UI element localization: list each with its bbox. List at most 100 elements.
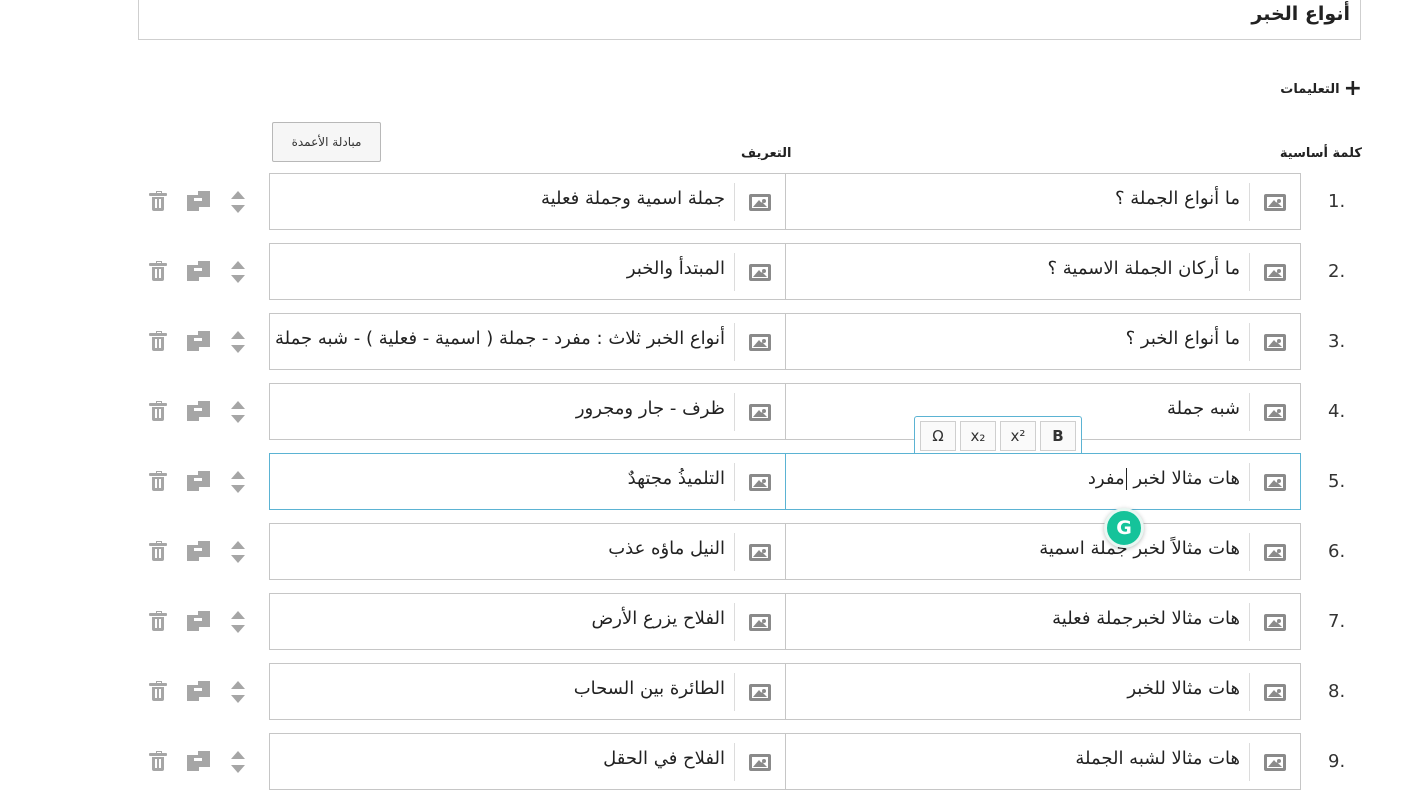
- reorder-handle[interactable]: [227, 733, 249, 790]
- definition-cell[interactable]: جملة اسمية وجملة فعلية: [269, 173, 786, 230]
- reorder-handle[interactable]: [227, 173, 249, 230]
- duplicate-button[interactable]: [186, 313, 212, 370]
- sort-arrows-icon: [231, 400, 245, 423]
- row-number: 4.: [1328, 401, 1346, 422]
- duplicate-button[interactable]: [186, 663, 212, 720]
- delete-button[interactable]: [147, 663, 169, 720]
- duplicate-button[interactable]: [186, 593, 212, 650]
- delete-button[interactable]: [147, 523, 169, 580]
- insert-image-button[interactable]: [1249, 253, 1300, 291]
- term-cell[interactable]: ما أنواع الخبر ؟: [785, 313, 1301, 370]
- term-cell[interactable]: هات مثالا لخبرجملة فعلية: [785, 593, 1301, 650]
- duplicate-button[interactable]: [186, 243, 212, 300]
- insert-image-button[interactable]: [1249, 183, 1300, 221]
- table-row: 2. ما أركان الجملة الاسمية ؟ المبتدأ وال…: [0, 243, 1408, 300]
- image-icon: [749, 473, 771, 491]
- sort-arrows-icon: [231, 470, 245, 493]
- insert-image-button[interactable]: [1249, 463, 1300, 501]
- insert-image-button[interactable]: [734, 533, 785, 571]
- insert-image-button[interactable]: [1249, 743, 1300, 781]
- bold-button[interactable]: B: [1040, 421, 1076, 451]
- definition-text: الفلاح في الحقل: [603, 748, 725, 769]
- image-icon: [1264, 683, 1286, 701]
- column-header-keyword: كلمة أساسية: [1279, 146, 1362, 161]
- term-cell[interactable]: هات مثالا لخبر مفرد: [785, 453, 1301, 510]
- instructions-toggle[interactable]: + التعليمات: [1280, 76, 1362, 101]
- row-number: 6.: [1328, 541, 1346, 562]
- image-icon: [749, 333, 771, 351]
- delete-button[interactable]: [147, 383, 169, 440]
- definition-text: الطائرة بين السحاب: [573, 678, 725, 699]
- definition-cell[interactable]: أنواع الخبر ثلاث : مفرد - جملة ( اسمية -…: [269, 313, 786, 370]
- insert-image-button[interactable]: [1249, 533, 1300, 571]
- sort-arrows-icon: [231, 680, 245, 703]
- insert-image-button[interactable]: [734, 463, 785, 501]
- definition-cell[interactable]: ظرف - جار ومجرور: [269, 383, 786, 440]
- image-icon: [749, 683, 771, 701]
- reorder-handle[interactable]: [227, 593, 249, 650]
- insert-image-button[interactable]: [734, 673, 785, 711]
- term-cell[interactable]: هات مثالا للخبر: [785, 663, 1301, 720]
- image-icon: [749, 613, 771, 631]
- duplicate-button[interactable]: [186, 173, 212, 230]
- term-text-after-caret: مفرد: [1087, 468, 1125, 489]
- definition-cell[interactable]: المبتدأ والخبر: [269, 243, 786, 300]
- definition-text: الفلاح يزرع الأرض: [591, 608, 726, 629]
- trash-icon: [149, 470, 167, 491]
- trash-icon: [149, 190, 167, 211]
- subscript-button[interactable]: x₂: [960, 421, 996, 451]
- definition-cell[interactable]: الفلاح يزرع الأرض: [269, 593, 786, 650]
- delete-button[interactable]: [147, 313, 169, 370]
- definition-text: أنواع الخبر ثلاث : مفرد - جملة ( اسمية -…: [275, 328, 725, 349]
- term-cell[interactable]: هات مثالاً لخبر جملة اسمية: [785, 523, 1301, 580]
- definition-cell[interactable]: التلميذُ مجتهدٌ: [269, 453, 786, 510]
- term-text: هات مثالا للخبر: [1127, 678, 1240, 699]
- term-cell[interactable]: ما أركان الجملة الاسمية ؟: [785, 243, 1301, 300]
- delete-button[interactable]: [147, 173, 169, 230]
- sort-arrows-icon: [231, 260, 245, 283]
- term-text[interactable]: هات مثالا لخبر مفرد: [1088, 468, 1240, 490]
- row-number: 1.: [1328, 191, 1346, 212]
- reorder-handle[interactable]: [227, 453, 249, 510]
- insert-image-button[interactable]: [734, 603, 785, 641]
- superscript-button[interactable]: x²: [1000, 421, 1036, 451]
- reorder-handle[interactable]: [227, 313, 249, 370]
- insert-image-button[interactable]: [734, 743, 785, 781]
- insert-image-button[interactable]: [1249, 673, 1300, 711]
- definition-cell[interactable]: النيل ماؤه عذب: [269, 523, 786, 580]
- definition-cell[interactable]: الطائرة بين السحاب: [269, 663, 786, 720]
- delete-button[interactable]: [147, 593, 169, 650]
- image-icon: [749, 543, 771, 561]
- reorder-handle[interactable]: [227, 383, 249, 440]
- plus-icon: +: [1343, 76, 1362, 101]
- trash-icon: [149, 610, 167, 631]
- delete-button[interactable]: [147, 243, 169, 300]
- definition-text: النيل ماؤه عذب: [608, 538, 725, 559]
- duplicate-button[interactable]: [186, 733, 212, 790]
- swap-columns-button[interactable]: مبادلة الأعمدة: [272, 122, 381, 162]
- grammarly-icon[interactable]: G: [1104, 508, 1144, 548]
- duplicate-button[interactable]: [186, 383, 212, 440]
- reorder-handle[interactable]: [227, 243, 249, 300]
- page-title: أنواع الخبر: [1251, 3, 1350, 25]
- duplicate-button[interactable]: [186, 523, 212, 580]
- insert-image-button[interactable]: [734, 183, 785, 221]
- delete-button[interactable]: [147, 733, 169, 790]
- row-number: 9.: [1328, 751, 1346, 772]
- insert-image-button[interactable]: [1249, 393, 1300, 431]
- term-cell[interactable]: هات مثالا لشبه الجملة: [785, 733, 1301, 790]
- copy-icon: [187, 190, 211, 213]
- insert-image-button[interactable]: [734, 253, 785, 291]
- insert-image-button[interactable]: [734, 393, 785, 431]
- definition-cell[interactable]: الفلاح في الحقل: [269, 733, 786, 790]
- insert-image-button[interactable]: [1249, 323, 1300, 361]
- reorder-handle[interactable]: [227, 523, 249, 580]
- reorder-handle[interactable]: [227, 663, 249, 720]
- insert-image-button[interactable]: [1249, 603, 1300, 641]
- insert-image-button[interactable]: [734, 323, 785, 361]
- special-character-button[interactable]: Ω: [920, 421, 956, 451]
- duplicate-button[interactable]: [186, 453, 212, 510]
- term-cell[interactable]: ما أنواع الجملة ؟: [785, 173, 1301, 230]
- delete-button[interactable]: [147, 453, 169, 510]
- image-icon: [749, 193, 771, 211]
